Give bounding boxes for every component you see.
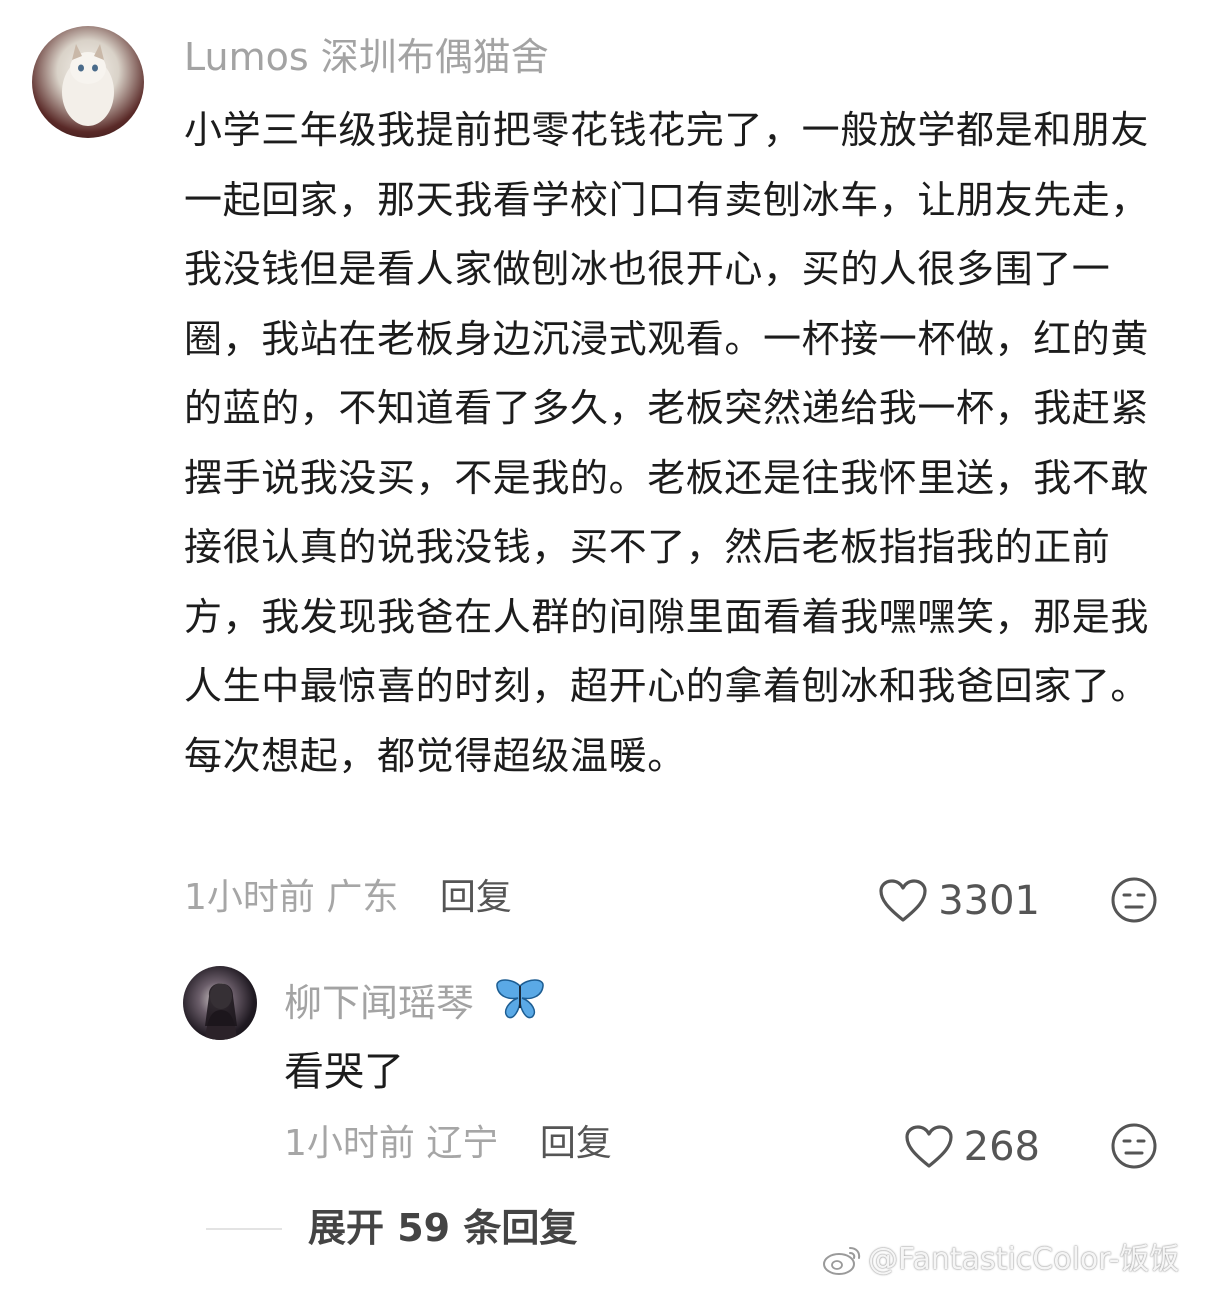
comment-time: 1小时前 [184,877,315,918]
commenter-username[interactable]: Lumos 深圳布偶猫舍 [184,38,549,76]
reply-like-count: 268 [963,1124,1040,1170]
like-count: 3301 [938,878,1040,924]
expand-divider [206,1228,282,1230]
heart-icon [879,879,927,922]
watermark: @FantasticColor-饭饭 [822,1244,1180,1276]
portrait-avatar-image [205,983,237,1040]
reply-reply-button[interactable]: 回复 [540,1123,612,1164]
cat-avatar-image [62,44,114,126]
reply-like-button[interactable]: 268 [904,1124,1040,1170]
comment-text: 小学三年级我提前把零花钱花完了，一般放学都是和朋友一起回家，那天我看学校门口有卖… [184,108,1150,778]
reply-text: 看哭了 [284,1049,404,1095]
like-button[interactable]: 3301 [878,878,1040,924]
reply-commenter-avatar[interactable] [183,966,257,1040]
reply-time: 1小时前 [284,1123,415,1164]
dislike-face-icon[interactable] [1110,1122,1158,1170]
reply-username-text: 柳下闻瑶琴 [284,981,475,1025]
commenter-avatar[interactable] [32,26,144,138]
watermark-text: @FantasticColor-饭饭 [868,1242,1180,1277]
reply-meta: 1小时前 辽宁 回复 [284,1126,612,1162]
reply-button[interactable]: 回复 [440,877,512,918]
dislike-face-icon[interactable] [1110,876,1158,924]
butterfly-icon [496,979,544,1019]
expand-replies-button[interactable]: 展开 59 条回复 [308,1209,577,1247]
weibo-logo-icon [823,1247,861,1275]
reply-commenter-username[interactable]: 柳下闻瑶琴 [284,978,546,1022]
heart-icon [905,1125,953,1168]
reply-location: 辽宁 [426,1123,499,1164]
comment-location: 广东 [326,877,399,918]
comment-meta: 1小时前 广东 回复 [184,880,512,916]
